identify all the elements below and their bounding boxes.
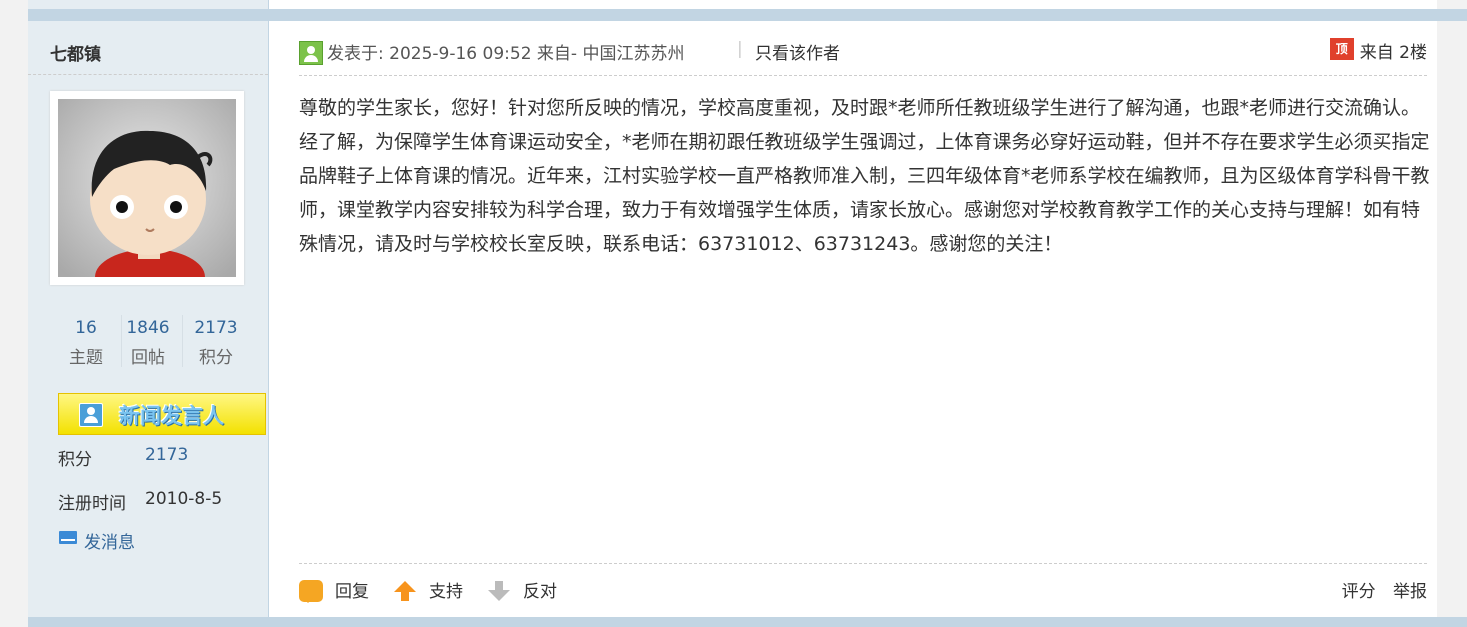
- avatar-image: [58, 99, 236, 277]
- post-body: 尊敬的学生家长，您好！针对您所反映的情况，学校高度重视，及时跟*老师所任教班级学…: [299, 97, 1430, 255]
- author-sidebar: 七都镇 16 主题 1846 回帖 2173 积分 新闻发言人 积分 2173 …: [28, 21, 269, 617]
- stat-replies[interactable]: 1846 回帖: [120, 313, 176, 373]
- post-divider-bottom: [28, 617, 1467, 627]
- send-message-label: 发消息: [84, 533, 135, 553]
- register-label: 注册时间: [58, 494, 126, 514]
- stat-replies-value: 1846: [126, 318, 170, 338]
- envelope-icon: [59, 531, 77, 544]
- badge-label: 新闻发言人: [119, 404, 224, 428]
- reply-icon: [299, 580, 323, 603]
- author-name[interactable]: 七都镇: [50, 40, 101, 65]
- oppose-label: 反对: [523, 582, 557, 602]
- meta-separator: [299, 75, 1427, 76]
- report-button[interactable]: 举报: [1393, 582, 1427, 602]
- arrow-down-icon: [488, 581, 510, 601]
- user-icon: [79, 403, 103, 427]
- user-group-badge: 新闻发言人: [58, 393, 266, 435]
- register-row: 注册时间 2010-8-5: [58, 489, 222, 514]
- content-top-strip: [269, 0, 1437, 9]
- points-value[interactable]: 2173: [145, 445, 188, 465]
- post-content-area: 发表于: 2025-9-16 09:52 来自- 中国江苏苏州 | 只看该作者 …: [269, 21, 1437, 617]
- stat-points[interactable]: 2173 积分: [188, 313, 244, 373]
- stat-points-label: 积分: [199, 348, 233, 368]
- stat-replies-label: 回帖: [131, 348, 165, 368]
- floor-number[interactable]: 顶 来自 2楼: [1329, 38, 1427, 63]
- floor-label: 来自 2楼: [1359, 43, 1427, 63]
- rate-button[interactable]: 评分: [1342, 582, 1376, 602]
- post-divider-top: [28, 9, 1467, 21]
- stat-threads-label: 主题: [69, 348, 103, 368]
- footer-separator: [299, 563, 1427, 564]
- name-separator: [28, 74, 268, 75]
- stat-divider: [182, 315, 183, 367]
- support-label: 支持: [429, 582, 463, 602]
- points-row: 积分 2173: [58, 445, 188, 470]
- author-stats: 16 主题 1846 回帖 2173 积分: [58, 313, 238, 369]
- top-icon[interactable]: 顶: [1329, 38, 1354, 60]
- meta-pipe: |: [737, 39, 743, 59]
- stat-threads-value: 16: [75, 318, 97, 338]
- stat-threads[interactable]: 16 主题: [58, 313, 114, 373]
- reply-label: 回复: [335, 582, 369, 602]
- post-time-location: 发表于: 2025-9-16 09:52 来自- 中国江苏苏州: [327, 44, 685, 64]
- online-user-icon: [299, 41, 323, 65]
- register-value: 2010-8-5: [145, 489, 223, 509]
- arrow-up-icon: [394, 581, 416, 601]
- points-label: 积分: [58, 450, 92, 470]
- avatar[interactable]: [50, 91, 244, 285]
- stat-points-value: 2173: [194, 318, 238, 338]
- post-admin-actions: 评分 举报: [1330, 577, 1427, 607]
- only-author-link[interactable]: 只看该作者: [755, 39, 840, 64]
- sidebar-top-strip: [28, 0, 269, 9]
